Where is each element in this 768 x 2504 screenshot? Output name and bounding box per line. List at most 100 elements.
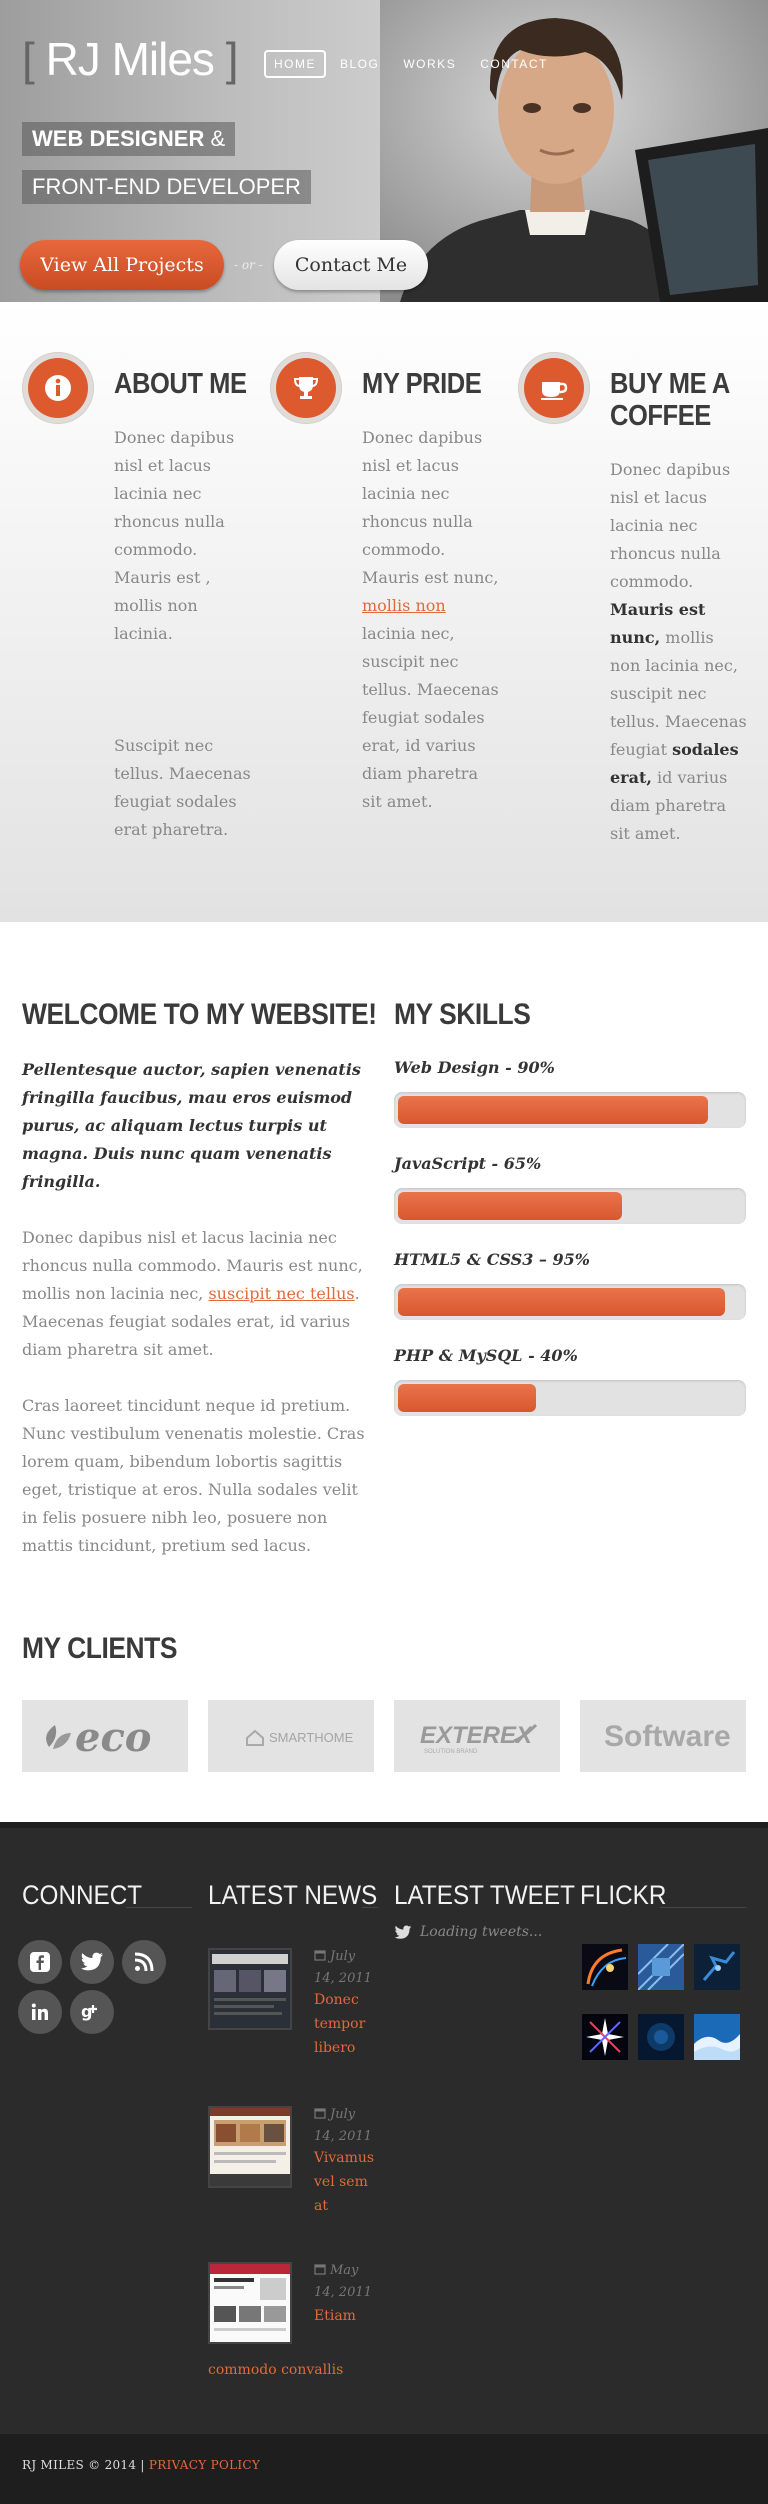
client-logo-text: Software	[604, 1720, 731, 1753]
linkedin-icon[interactable]	[18, 1990, 62, 2034]
flickr-title: FLICKR	[580, 1880, 667, 1910]
feature-title: MY PRIDE	[362, 368, 482, 400]
main-nav: HOME BLOG WORKS CONTACT	[264, 50, 558, 78]
tweet-status: Loading tweets...	[394, 1924, 542, 1940]
flickr-photo[interactable]	[638, 2014, 684, 2060]
skill-progress-fill	[398, 1192, 622, 1220]
coffee-cup-icon	[524, 358, 584, 418]
feature-title: ABOUT ME	[114, 368, 247, 400]
or-separator: - or -	[234, 258, 263, 272]
facebook-icon[interactable]	[18, 1940, 62, 1984]
news-thumbnail[interactable]	[210, 2264, 290, 2342]
hero-portrait-photo	[380, 0, 768, 302]
footer-title-rule	[126, 1907, 192, 1908]
latest-news-title: LATEST NEWS	[208, 1880, 378, 1910]
twitter-bird-icon	[394, 1924, 412, 1939]
feature-text: Donec dapibus nisl et lacus lacinia nec …	[610, 456, 748, 848]
news-link-continued[interactable]: commodo convallis	[208, 2358, 343, 2382]
copyright: RJ MILES © 2014 | PRIVACY POLICY	[22, 2458, 260, 2472]
info-icon	[28, 358, 88, 418]
skill-label: HTML5 & CSS3 – 95%	[394, 1250, 590, 1269]
trophy-icon	[276, 358, 336, 418]
news-link[interactable]: Vivamus vel sem at	[314, 2146, 376, 2218]
flickr-photo[interactable]	[638, 1944, 684, 1990]
feature-text-part: Donec dapibus nisl et lacus lacinia nec …	[610, 460, 731, 591]
footer-title-rule	[660, 1907, 746, 1908]
contact-me-button[interactable]: Contact Me	[274, 240, 428, 290]
mollis-non-link[interactable]: mollis non	[362, 596, 446, 615]
google-plus-icon[interactable]: g	[70, 1990, 114, 2034]
connect-title: CONNECT	[22, 1880, 143, 1910]
feature-text: Donec dapibus nisl et lacus lacinia nec …	[114, 428, 235, 643]
skill-label: PHP & MySQL - 40%	[394, 1346, 578, 1365]
tagline-web-designer: WEB DESIGNER	[32, 126, 205, 151]
flickr-photo[interactable]	[694, 1944, 740, 1990]
feature-icon-ring	[518, 352, 590, 424]
news-thumbnail[interactable]	[210, 2108, 290, 2186]
news-date: July 14, 2011	[314, 1946, 378, 1990]
privacy-policy-link[interactable]: PRIVACY POLICY	[149, 2458, 260, 2472]
feature-text-2: Suscipit nec tellus. Maecenas feugiat so…	[114, 736, 251, 839]
nav-blog[interactable]: BLOG	[330, 50, 389, 78]
skill-progress-fill	[398, 1288, 725, 1316]
site-logo[interactable]: [ RJ Miles ]	[22, 32, 239, 86]
tagline-role-2: FRONT-END DEVELOPER	[22, 170, 311, 204]
clients-title: MY CLIENTS	[22, 1632, 178, 1665]
client-logo-text: EXTEREX	[420, 1722, 534, 1749]
skill-progress-bar	[394, 1380, 746, 1416]
calendar-icon	[314, 2264, 326, 2275]
news-date: July 14, 2011	[314, 2104, 378, 2148]
calendar-icon	[314, 2108, 326, 2119]
tagline-ampersand: &	[204, 126, 226, 151]
hero-banner: [ RJ Miles ] HOME BLOG WORKS CONTACT WEB…	[0, 0, 768, 302]
twitter-icon[interactable]	[70, 1940, 114, 1984]
logo-text: RJ Miles	[45, 33, 215, 85]
rss-icon[interactable]	[122, 1940, 166, 1984]
suscipit-link[interactable]: suscipit nec tellus	[208, 1284, 354, 1303]
welcome-lead-text: Pellentesque auctor, sapien venenatis fr…	[22, 1060, 361, 1191]
skill-progress-fill	[398, 1096, 708, 1124]
client-logo-eco[interactable]: eco	[22, 1700, 188, 1772]
nav-works[interactable]: WORKS	[393, 50, 466, 78]
nav-home[interactable]: HOME	[264, 50, 326, 78]
welcome-paragraph-2: Cras laoreet tincidunt neque id pretium.…	[22, 1396, 365, 1555]
latest-tweet-title: LATEST TWEET	[394, 1880, 575, 1910]
tagline-role-1: WEB DESIGNER &	[22, 122, 236, 156]
skill-label: Web Design - 90%	[394, 1058, 555, 1077]
client-logo-software[interactable]: Software	[580, 1700, 746, 1772]
skill-progress-bar	[394, 1188, 746, 1224]
welcome-title: WELCOME TO MY WEBSITE!	[22, 998, 377, 1031]
news-date: May 14, 2011	[314, 2260, 378, 2304]
features-section: ABOUT ME Donec dapibus nisl et lacus lac…	[0, 302, 768, 922]
view-projects-button[interactable]: View All Projects	[20, 240, 224, 290]
news-link[interactable]: Donec tempor libero	[314, 1988, 374, 2060]
skill-progress-bar	[394, 1092, 746, 1128]
client-logo-subtext: SOLUTION BRAND	[424, 1749, 478, 1755]
skills-title: MY SKILLS	[394, 998, 531, 1031]
calendar-icon	[314, 1950, 326, 1961]
skill-progress-fill	[398, 1384, 536, 1412]
logo-bracket-right: ]	[225, 33, 239, 85]
feature-text-part: Donec dapibus nisl et lacus lacinia nec …	[362, 428, 499, 587]
flickr-photo[interactable]	[582, 2014, 628, 2060]
footer-title-rule	[362, 1907, 378, 1908]
news-thumbnail[interactable]	[210, 1950, 290, 2028]
copyright-text: RJ MILES © 2014 |	[22, 2458, 145, 2472]
flickr-photo[interactable]	[694, 2014, 740, 2060]
nav-contact[interactable]: CONTACT	[470, 50, 558, 78]
client-logo-exterex[interactable]: EXTEREX SOLUTION BRAND	[394, 1700, 560, 1772]
client-logo-text: eco	[75, 1714, 151, 1761]
logo-bracket-left: [	[22, 33, 35, 85]
feature-icon-ring	[270, 352, 342, 424]
feature-icon-ring	[22, 352, 94, 424]
welcome-paragraph-1: Donec dapibus nisl et lacus lacinia nec …	[22, 1224, 374, 1364]
feature-text-part: lacinia nec, suscipit nec tellus. Maecen…	[362, 624, 499, 811]
client-logo-smarthome[interactable]: SMARTHOME	[208, 1700, 374, 1772]
feature-title: BUY ME A COFFEE	[610, 368, 729, 432]
news-link[interactable]: Etiam	[314, 2304, 356, 2328]
svg-text:g: g	[81, 2002, 92, 2021]
flickr-photo[interactable]	[582, 1944, 628, 1990]
feature-text: Donec dapibus nisl et lacus lacinia nec …	[362, 424, 500, 816]
skill-label: JavaScript - 65%	[394, 1154, 542, 1173]
tweet-loading-text: Loading tweets...	[420, 1924, 543, 1940]
